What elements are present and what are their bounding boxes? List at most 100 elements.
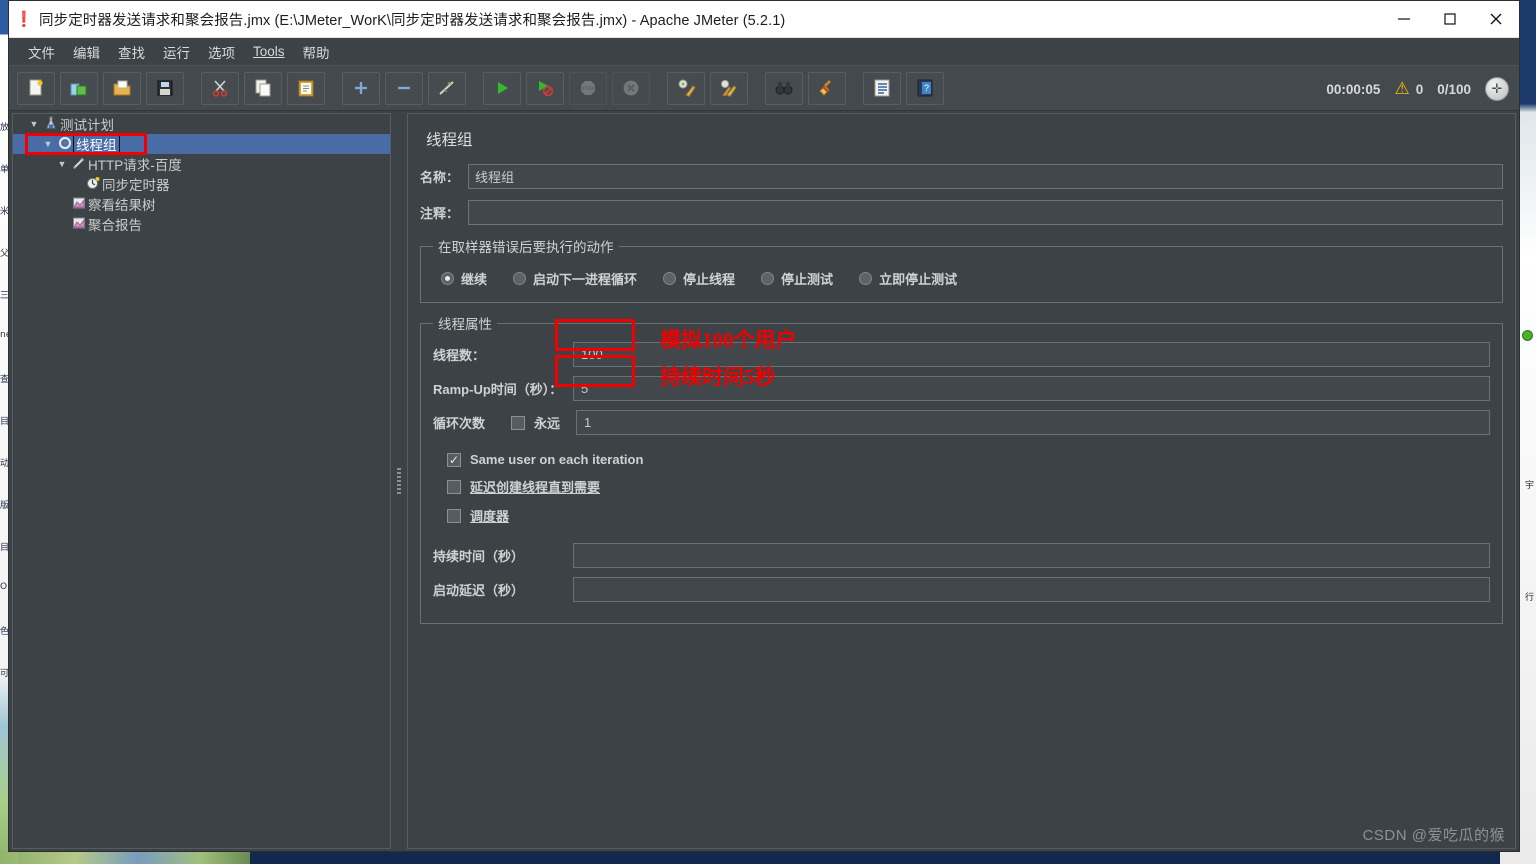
svg-text:?: ?: [924, 83, 929, 93]
pane-splitter[interactable]: [391, 111, 407, 851]
cut-button[interactable]: [201, 71, 239, 105]
search-button[interactable]: [765, 71, 803, 105]
toggle-button[interactable]: [428, 71, 466, 105]
window-minimize-button[interactable]: [1381, 1, 1427, 38]
radio-dot-icon[interactable]: [663, 272, 677, 285]
menu-tools-label: Tools: [253, 44, 285, 59]
timer-clock-icon: [83, 176, 102, 193]
collapse-all-button[interactable]: [385, 71, 423, 105]
rampup-input[interactable]: 5: [573, 376, 1490, 401]
tree-item-aggregate-report[interactable]: 聚合报告: [13, 214, 390, 234]
tree-item-label: 聚合报告: [88, 218, 142, 233]
threads-count-input[interactable]: 100: [573, 342, 1490, 367]
start-no-timers-button[interactable]: [526, 71, 564, 105]
radio-start-next-loop[interactable]: 启动下一进程循环: [513, 269, 637, 288]
background-green-status-dot: [1522, 330, 1533, 341]
tree-item-label: 察看结果树: [88, 198, 156, 213]
startup-delay-label: 启动延迟（秒）: [433, 583, 525, 598]
http-sampler-pencil-icon: [69, 156, 88, 173]
radio-label: 立即停止测试: [879, 272, 958, 287]
desktop-wallpaper-sliver: [0, 850, 250, 864]
clear-button[interactable]: [667, 71, 705, 105]
window-body: ▼ 测试计划 ▼ 线程组 ▼ HTTP请求-百度 同步定时器 察看结果树 聚合报…: [9, 111, 1519, 851]
thread-group-editor-panel: 线程组 名称： 线程组 注释： 在取样器错误后要执行的动作 继续 启动下一进程循…: [407, 113, 1516, 849]
radio-stop-test-now[interactable]: 立即停止测试: [859, 269, 957, 288]
templates-button[interactable]: [60, 71, 98, 105]
start-button[interactable]: [483, 71, 521, 105]
name-field-row: 名称： 线程组: [420, 164, 1503, 189]
radio-stop-thread[interactable]: 停止线程: [663, 269, 735, 288]
startup-delay-input[interactable]: [573, 577, 1490, 602]
comment-input[interactable]: [468, 200, 1503, 225]
twisty-expanded-icon[interactable]: ▼: [41, 139, 55, 149]
radio-dot-icon[interactable]: [859, 272, 873, 285]
csdn-watermark: CSDN @爱吃瓜的猴: [1362, 827, 1505, 844]
delay-thread-creation-checkbox[interactable]: [447, 479, 461, 494]
tree-item-sync-timer[interactable]: 同步定时器: [13, 174, 390, 194]
window-titlebar: ❗ 同步定时器发送请求和聚会报告.jmx (E:\JMeter_WorK\同步定…: [9, 1, 1519, 38]
menu-help[interactable]: 帮助: [294, 39, 339, 65]
shutdown-button[interactable]: [612, 71, 650, 105]
tree-item-http-request[interactable]: ▼ HTTP请求-百度: [13, 154, 390, 174]
tree-item-label: HTTP请求-百度: [88, 158, 182, 173]
background-right-text-2: 行: [1524, 592, 1534, 602]
paste-button[interactable]: [287, 71, 325, 105]
menu-file[interactable]: 文件: [19, 39, 64, 65]
open-button[interactable]: [103, 71, 141, 105]
duration-input[interactable]: [573, 543, 1490, 568]
same-user-label: Same user on each iteration: [470, 452, 644, 467]
menu-edit[interactable]: 编辑: [64, 39, 109, 65]
comment-field-row: 注释：: [420, 200, 1503, 225]
help-button[interactable]: ?: [906, 71, 944, 105]
same-user-row: ✓ Same user on each iteration: [447, 452, 1490, 467]
menu-tools[interactable]: Tools: [244, 41, 294, 62]
loop-count-input[interactable]: 1: [576, 410, 1490, 435]
window-close-button[interactable]: [1473, 1, 1519, 38]
menubar: 文件 编辑 查找 运行 选项 Tools 帮助: [9, 38, 1519, 65]
expand-all-button[interactable]: [342, 71, 380, 105]
radio-label: 继续: [461, 272, 488, 287]
radio-label: 启动下一进程循环: [533, 272, 638, 287]
stop-button[interactable]: STOP: [569, 71, 607, 105]
tree-item-label: 同步定时器: [102, 178, 170, 193]
save-button[interactable]: [146, 71, 184, 105]
window-maximize-button[interactable]: [1427, 1, 1473, 38]
jmeter-feather-icon: ❗: [14, 11, 34, 28]
function-helper-button[interactable]: [863, 71, 901, 105]
tree-item-label: 线程组: [73, 133, 120, 155]
splitter-grip-icon[interactable]: [397, 468, 401, 494]
clear-all-button[interactable]: [710, 71, 748, 105]
copy-button[interactable]: [244, 71, 282, 105]
tree-item-view-results-tree[interactable]: 察看结果树: [13, 194, 390, 214]
thread-properties-legend: 线程属性: [438, 317, 492, 332]
warning-count: 0: [1415, 81, 1424, 97]
radio-dot-selected-icon[interactable]: [441, 272, 454, 285]
delay-thread-creation-row: 延迟创建线程直到需要: [447, 477, 1490, 496]
radio-continue[interactable]: 继续: [441, 269, 487, 288]
radio-stop-test[interactable]: 停止测试: [761, 269, 833, 288]
scheduler-checkbox[interactable]: [447, 508, 461, 523]
warning-status[interactable]: ⚠ 0: [1394, 79, 1423, 99]
twisty-expanded-icon[interactable]: ▼: [55, 159, 69, 169]
test-plan-tree[interactable]: ▼ 测试计划 ▼ 线程组 ▼ HTTP请求-百度 同步定时器 察看结果树 聚合报…: [12, 113, 391, 849]
warning-triangle-icon: ⚠: [1394, 79, 1410, 98]
forever-checkbox[interactable]: [511, 415, 525, 430]
tree-item-test-plan[interactable]: ▼ 测试计划: [13, 114, 390, 134]
thread-group-gear-icon: [55, 136, 74, 153]
startup-delay-row: 启动延迟（秒）: [433, 577, 1490, 602]
loop-count-label: 循环次数: [433, 416, 486, 431]
test-plan-icon: [41, 116, 60, 133]
radio-dot-icon[interactable]: [761, 272, 775, 285]
name-input[interactable]: 线程组: [468, 164, 1503, 189]
forever-label: 永远: [534, 416, 561, 431]
new-button[interactable]: [17, 71, 55, 105]
menu-run[interactable]: 运行: [154, 39, 199, 65]
menu-options[interactable]: 选项: [199, 39, 244, 65]
radio-dot-icon[interactable]: [513, 272, 527, 285]
menu-search[interactable]: 查找: [109, 39, 154, 65]
tree-item-thread-group[interactable]: ▼ 线程组: [13, 133, 390, 155]
same-user-checkbox[interactable]: ✓: [447, 452, 461, 467]
reset-search-button[interactable]: [808, 71, 846, 105]
twisty-expanded-icon[interactable]: ▼: [27, 119, 41, 129]
threads-count-row: 线程数： 100: [433, 342, 1490, 367]
